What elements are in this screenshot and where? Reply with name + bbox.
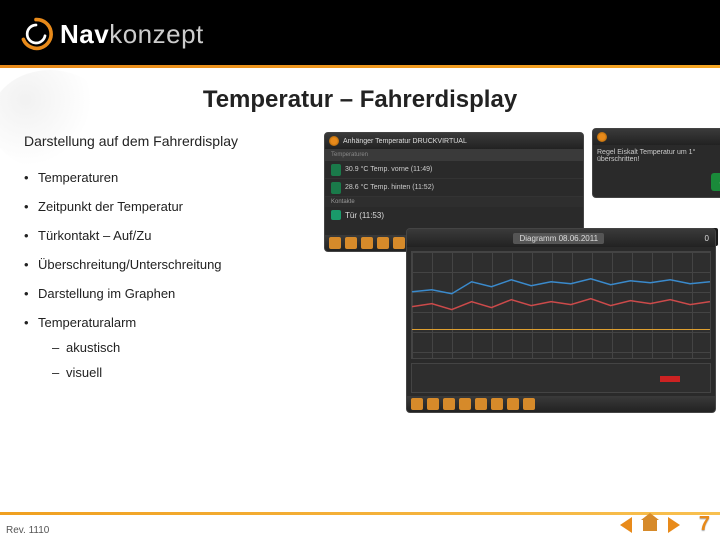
footer-nav: 7 <box>617 513 710 536</box>
temp-row: 28.6 °C Temp. hinten (11:52) <box>325 179 583 197</box>
toolbar-icon <box>459 398 471 410</box>
revision-label: Rev. 1110 <box>6 525 49 536</box>
bullet-list: Temperaturen Zeitpunkt der Temperatur Tü… <box>24 170 314 380</box>
left-column: Darstellung auf dem Fahrerdisplay Temper… <box>24 132 314 394</box>
section-label: Kontakte <box>325 197 583 207</box>
app-icon <box>329 136 339 146</box>
bullet-item: Temperaturalarm akustisch visuell <box>24 315 314 380</box>
toolbar-icon <box>329 237 341 249</box>
screenshot-alert-dialog: Regel Eiskalt Temperatur um 1° überschri… <box>592 128 720 198</box>
toolbar-icon <box>443 398 455 410</box>
toolbar-icon <box>491 398 503 410</box>
door-icon <box>331 210 341 220</box>
toolbar-icon <box>523 398 535 410</box>
bullet-item: Zeitpunkt der Temperatur <box>24 199 314 214</box>
temp-text: 30.9 °C Temp. vorne (11:49) <box>345 166 432 173</box>
toolbar-icon <box>427 398 439 410</box>
toolbar-icon <box>345 237 357 249</box>
content-row: Darstellung auf dem Fahrerdisplay Temper… <box>0 114 720 394</box>
alarm-marker-icon <box>660 376 680 382</box>
graph-toolbar <box>407 396 715 412</box>
next-button[interactable] <box>665 517 683 533</box>
bullet-item: Überschreitung/Unterschreitung <box>24 257 314 272</box>
bullet-label: Temperaturalarm <box>38 315 136 330</box>
logo-swirl-icon <box>18 16 54 52</box>
graph-area-upper <box>411 251 711 359</box>
screenshot-graph-panel: Diagramm 08.06.2011 0 <box>406 228 716 413</box>
screenshot-subbar: Temperaturen <box>325 149 583 161</box>
home-icon <box>643 519 657 531</box>
toolbar-icon <box>393 237 405 249</box>
bullet-item: Temperaturen <box>24 170 314 185</box>
toolbar-icon <box>475 398 487 410</box>
alert-text: Regel Eiskalt Temperatur um 1° überschri… <box>597 149 720 163</box>
screenshot-titlebar: Anhänger Temperatur DRUCKVIRTUAL <box>325 133 583 149</box>
graph-title: Diagramm 08.06.2011 <box>513 233 604 244</box>
sub-bullet-list: akustisch visuell <box>38 340 314 380</box>
alert-body: Regel Eiskalt Temperatur um 1° überschri… <box>593 145 720 197</box>
prev-button[interactable] <box>617 517 635 533</box>
page-number: 7 <box>699 513 710 536</box>
temp-row: 30.9 °C Temp. vorne (11:49) <box>325 161 583 179</box>
header-underline <box>0 65 720 68</box>
home-button[interactable] <box>641 517 659 533</box>
sub-bullet-item: visuell <box>38 365 314 380</box>
right-column: Anhänger Temperatur DRUCKVIRTUAL Tempera… <box>314 132 700 394</box>
bullet-item: Darstellung im Graphen <box>24 286 314 301</box>
logo-nav: Nav <box>60 19 109 50</box>
door-text: Tür (11:53) <box>345 211 384 220</box>
screenshot-title: Anhänger Temperatur DRUCKVIRTUAL <box>343 138 467 145</box>
toolbar-icon <box>377 237 389 249</box>
thermometer-icon <box>331 164 341 176</box>
triangle-right-icon <box>668 517 680 533</box>
logo-text: Navkonzept <box>60 19 204 50</box>
header-bar: Navkonzept <box>0 0 720 68</box>
logo-konzept: konzept <box>109 19 204 50</box>
toolbar-icon <box>361 237 373 249</box>
triangle-left-icon <box>620 517 632 533</box>
thermometer-icon <box>331 182 341 194</box>
bullet-item: Türkontakt – Auf/Zu <box>24 228 314 243</box>
toolbar-icon <box>411 398 423 410</box>
app-icon <box>597 132 607 142</box>
door-row: Tür (11:53) <box>325 207 583 223</box>
graph-header: Diagramm 08.06.2011 0 <box>407 229 715 247</box>
graph-value: 0 <box>705 234 709 243</box>
footer-line <box>0 512 720 515</box>
sub-bullet-item: akustisch <box>38 340 314 355</box>
graph-area-lower <box>411 363 711 393</box>
temp-text: 28.6 °C Temp. hinten (11:52) <box>345 184 434 191</box>
alert-titlebar <box>593 129 720 145</box>
footer: Rev. 1110 7 <box>0 512 720 540</box>
toolbar-icon <box>507 398 519 410</box>
graph-line-icon <box>412 252 710 359</box>
ok-button[interactable]: ✓ <box>711 173 720 191</box>
